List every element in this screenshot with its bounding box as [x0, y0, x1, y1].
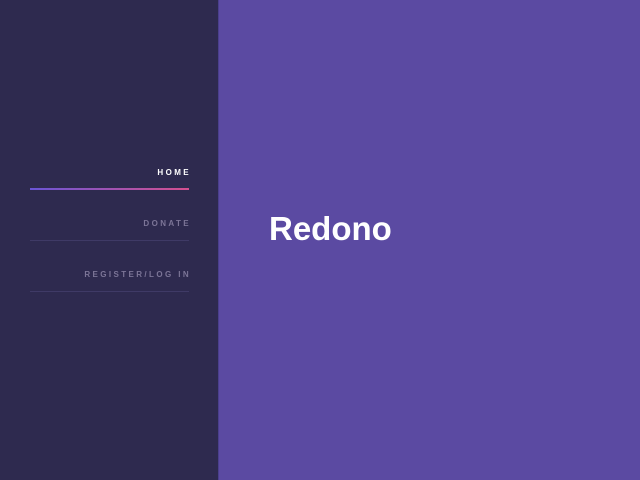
main-content: Redono [220, 0, 640, 480]
nav-item-register-login[interactable]: REGISTER/LOG IN [30, 269, 189, 320]
nav-item-label: HOME [157, 168, 191, 177]
app-window: HOME DONATE REGISTER/LOG IN Redono [0, 0, 640, 480]
nav-item-label: REGISTER/LOG IN [84, 270, 191, 279]
nav-item-underline [30, 240, 189, 241]
nav-item-home[interactable]: HOME [30, 167, 189, 218]
nav-item-underline [30, 291, 189, 292]
page-title: Redono [269, 210, 392, 247]
nav-item-label: DONATE [143, 219, 191, 228]
sidebar-nav: HOME DONATE REGISTER/LOG IN [30, 167, 189, 320]
nav-item-donate[interactable]: DONATE [30, 218, 189, 269]
sidebar: HOME DONATE REGISTER/LOG IN [0, 0, 219, 480]
nav-item-underline-active [30, 188, 189, 190]
